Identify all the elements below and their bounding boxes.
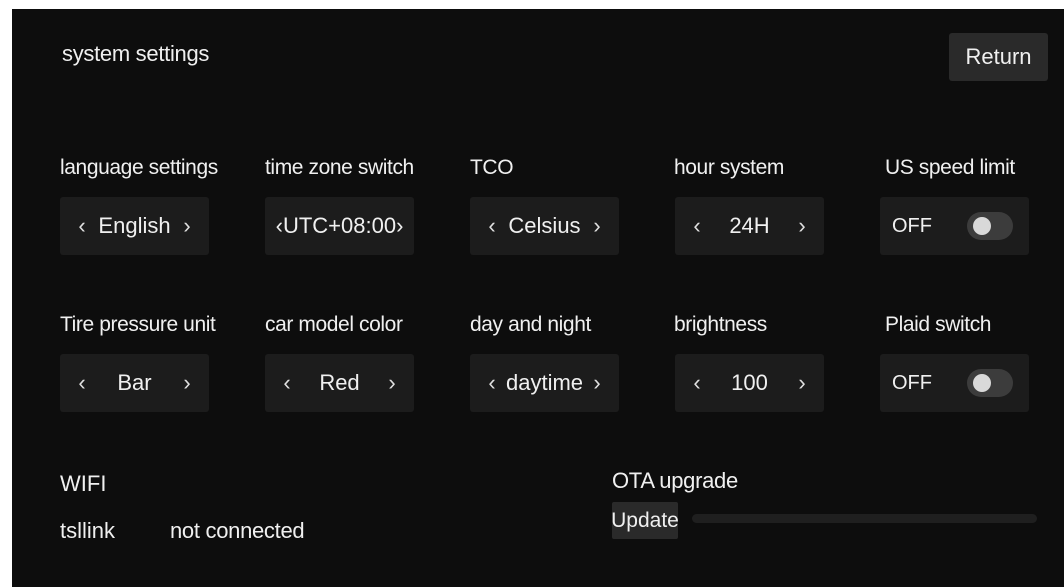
chevron-left-icon[interactable]: ‹ xyxy=(276,213,283,239)
chevron-right-icon[interactable]: › xyxy=(784,354,820,412)
us-speed-limit-toggle[interactable] xyxy=(967,212,1013,240)
us-speed-limit-label: US speed limit xyxy=(885,156,1015,179)
chevron-left-icon[interactable]: ‹ xyxy=(64,197,100,255)
time-zone-selector: ‹ UTC+08:00 › xyxy=(265,197,414,255)
tco-selector: ‹ Celsius › xyxy=(470,197,619,255)
plaid-switch-state: OFF xyxy=(892,371,932,394)
chevron-left-icon[interactable]: ‹ xyxy=(474,197,510,255)
tire-pressure-unit-label: Tire pressure unit xyxy=(60,313,216,336)
car-model-color-label: car model color xyxy=(265,313,403,336)
chevron-left-icon[interactable]: ‹ xyxy=(474,354,510,412)
time-zone-switch-label: time zone switch xyxy=(265,156,414,179)
chevron-right-icon[interactable]: › xyxy=(396,213,403,239)
hour-system-value: 24H xyxy=(729,213,770,238)
chevron-left-icon[interactable]: ‹ xyxy=(269,354,305,412)
wifi-status: not connected xyxy=(170,518,305,543)
plaid-switch-label: Plaid switch xyxy=(885,313,992,336)
chevron-right-icon[interactable]: › xyxy=(784,197,820,255)
hour-system-selector: ‹ 24H › xyxy=(675,197,824,255)
ota-progress-bar xyxy=(692,514,1037,523)
chevron-right-icon[interactable]: › xyxy=(374,354,410,412)
hour-system-label: hour system xyxy=(674,156,784,179)
settings-panel: system settings Return language settings… xyxy=(12,9,1064,587)
wifi-ssid[interactable]: tsllink xyxy=(60,518,115,544)
chevron-right-icon[interactable]: › xyxy=(169,354,205,412)
car-model-color-selector: ‹ Red › xyxy=(265,354,414,412)
chevron-right-icon[interactable]: › xyxy=(579,197,615,255)
plaid-switch-toggle[interactable] xyxy=(967,369,1013,397)
time-zone-value: UTC+08:00 xyxy=(282,213,397,238)
car-model-color-value: Red xyxy=(319,370,360,395)
tire-pressure-selector: ‹ Bar › xyxy=(60,354,209,412)
wifi-label: WIFI xyxy=(60,471,107,496)
brightness-selector: ‹ 100 › xyxy=(675,354,824,412)
day-and-night-selector: ‹ daytime › xyxy=(470,354,619,412)
us-speed-limit-state: OFF xyxy=(892,214,932,237)
chevron-left-icon[interactable]: ‹ xyxy=(679,354,715,412)
language-selector: ‹ English › xyxy=(60,197,209,255)
brightness-value: 100 xyxy=(731,370,768,395)
chevron-left-icon[interactable]: ‹ xyxy=(679,197,715,255)
chevron-left-icon[interactable]: ‹ xyxy=(64,354,100,412)
tco-label: TCO xyxy=(470,156,514,179)
language-value: English xyxy=(98,213,171,238)
day-and-night-value: daytime xyxy=(505,370,584,395)
language-settings-label: language settings xyxy=(60,156,218,179)
toggle-knob xyxy=(973,217,991,235)
day-and-night-label: day and night xyxy=(470,313,591,336)
return-button[interactable]: Return xyxy=(949,33,1048,81)
brightness-label: brightness xyxy=(674,313,767,336)
ota-upgrade-label: OTA upgrade xyxy=(612,468,738,493)
update-button[interactable]: Update xyxy=(611,502,679,539)
chevron-right-icon[interactable]: › xyxy=(579,354,615,412)
us-speed-limit-control: OFF xyxy=(880,197,1029,255)
tire-pressure-value: Bar xyxy=(117,370,152,395)
chevron-right-icon[interactable]: › xyxy=(169,197,205,255)
toggle-knob xyxy=(973,374,991,392)
tco-value: Celsius xyxy=(508,213,581,238)
page-title: system settings xyxy=(62,41,210,66)
plaid-switch-control: OFF xyxy=(880,354,1029,412)
